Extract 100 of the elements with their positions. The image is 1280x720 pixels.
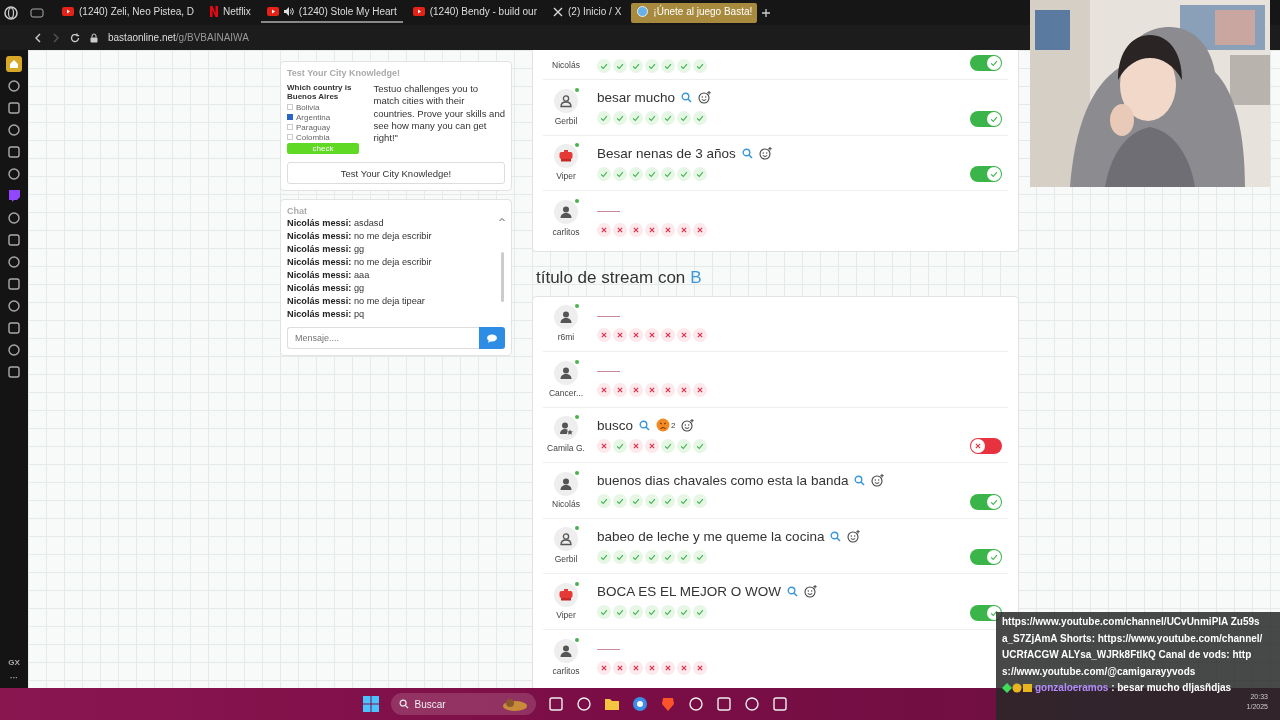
add-reaction-icon[interactable]: [698, 91, 712, 105]
player-avatar: [554, 305, 578, 330]
browser-logo-icon[interactable]: [4, 5, 18, 20]
answer-text: besar mucho: [597, 90, 676, 106]
folder-icon[interactable]: [603, 696, 620, 712]
player-name: carlitos: [552, 227, 580, 238]
empty-answer-dash: [597, 371, 620, 373]
answer-text: babeo de leche y me queme la cocina: [597, 528, 825, 544]
player-name: Viper: [556, 171, 576, 182]
workspace-icon[interactable]: [30, 7, 44, 18]
add-reaction-icon[interactable]: [758, 146, 772, 160]
home-icon[interactable]: [6, 56, 22, 72]
add-reaction-icon[interactable]: [681, 418, 695, 432]
search-icon[interactable]: [787, 586, 799, 598]
chat-title: Chat: [287, 206, 308, 216]
player-name: r6mi: [557, 332, 575, 343]
cross-icon: [973, 441, 983, 451]
chat-message: gonzaloeramos : besar mucho dljasñdjas: [1035, 681, 1232, 695]
player-name: Gerbil: [554, 554, 578, 565]
channel-info-text: https://www.youtube.com/channel/UCvUnmiPIA Zu59sa_S7ZjAmA Shorts: https://www.youtube.com/channel/UCRfACGW ALYsa_WJRk8FtlkQ Canal de vods: https://www.youtube.com/@camigarayyvods: [1002, 615, 1264, 679]
url-text[interactable]: bastaonline.net/g/BVBAINAIWA: [108, 32, 249, 43]
chat-message: Nicolás messi: aaa: [287, 269, 371, 282]
add-reaction-icon[interactable]: [804, 585, 818, 599]
player-avatar: [554, 638, 578, 663]
empty-answer-dash: [597, 649, 620, 651]
web-browser-icon[interactable]: [631, 696, 648, 712]
search-icon[interactable]: [639, 419, 651, 431]
search-icon[interactable]: [854, 475, 866, 487]
player-avatar: [554, 88, 578, 113]
promo-title: Test Your City Knowledge!: [287, 68, 401, 78]
player-avatar: [554, 360, 578, 385]
lion-browser-icon[interactable]: [659, 696, 676, 712]
player-name: Gerbil: [554, 115, 578, 126]
search-icon[interactable]: [830, 530, 842, 542]
scrollbar-thumb[interactable]: [500, 252, 504, 302]
browser-tab[interactable]: (2) Inicio / X: [547, 2, 628, 23]
player-name: Nicolás: [552, 59, 580, 70]
taskbar-search[interactable]: Buscar: [390, 693, 536, 715]
category-title: título de stream con: [536, 267, 686, 288]
quiz-checkbox[interactable]: [287, 114, 293, 120]
promo-button[interactable]: Test Your City Knowledge!: [287, 162, 505, 184]
validity-toggle[interactable]: [970, 110, 1002, 127]
speech-bubble-icon: [487, 333, 497, 343]
browser-tab[interactable]: (1240) Stole My Heart: [260, 2, 403, 23]
lock-icon: [90, 32, 98, 43]
browser-tab[interactable]: (1240) Zeli, Neo Pistea, D: [56, 2, 201, 23]
answer-text: BOCA ES EL MEJOR O WOW: [597, 584, 782, 600]
send-button[interactable]: [479, 327, 505, 349]
player-avatar: [554, 527, 578, 552]
answer-text: Besar nenas de 3 años: [597, 145, 736, 161]
more-menu[interactable]: ···: [10, 673, 18, 682]
speaker-icon[interactable]: [283, 7, 294, 16]
player-name: carlitos: [552, 665, 580, 676]
player-avatar: [554, 582, 578, 607]
validity-toggle[interactable]: [970, 438, 1002, 454]
back-icon[interactable]: [34, 32, 42, 43]
validity-toggle[interactable]: [970, 604, 1002, 621]
chat-message: Nicolás messi: no me deja tipear: [287, 295, 426, 308]
player-avatar: [554, 200, 578, 225]
letter-logo-icon: [210, 6, 219, 17]
check-icon: [989, 169, 999, 179]
video-play-icon: [266, 7, 279, 16]
player-name: Viper: [556, 609, 576, 620]
new-tab-icon[interactable]: [761, 7, 772, 18]
search-icon[interactable]: [681, 92, 693, 104]
validity-toggle[interactable]: [970, 55, 1002, 71]
answer-text: busco: [597, 417, 634, 433]
validity-toggle[interactable]: [970, 549, 1002, 565]
add-reaction-icon[interactable]: [871, 474, 885, 488]
globe-icon: [637, 6, 649, 17]
add-reaction-icon[interactable]: [847, 529, 861, 543]
chat-message: Nicolás messi: pq: [287, 308, 366, 321]
check-icon: [989, 58, 999, 68]
chat-message: Nicolás messi: gg: [287, 243, 366, 256]
browser-tab[interactable]: (1240) Bendy - build our: [406, 2, 543, 23]
video-play-icon: [62, 7, 74, 16]
start-icon[interactable]: [362, 696, 379, 712]
promo-text: Testuo challenges you to match cities with their countries. Prove your skills and see how many you can get right!": [373, 83, 505, 146]
empty-answer-dash: [597, 315, 620, 317]
reload-icon[interactable]: [70, 32, 80, 43]
player-name: Cancer...: [549, 387, 583, 398]
player-avatar: [554, 471, 578, 496]
validity-toggle[interactable]: [970, 166, 1002, 182]
quiz-question: Which country is Buenos Aires: [287, 83, 353, 101]
search-icon[interactable]: [741, 147, 753, 159]
chat-message: Nicolás messi: asdasd: [287, 217, 385, 230]
video-play-icon: [412, 7, 425, 16]
player-avatar: [554, 416, 578, 441]
validity-toggle[interactable]: [970, 493, 1002, 510]
quiz-option: Colombia: [296, 132, 330, 142]
search-icon: [398, 699, 409, 709]
browser-tab[interactable]: Netflix: [204, 2, 257, 23]
angry-face-icon: [656, 418, 671, 433]
twitch-icon[interactable]: [6, 188, 22, 204]
quiz-option: Paraguay: [296, 122, 331, 132]
chat-message: Nicolás messi: no me deja escribir: [287, 230, 433, 243]
quiz-option: Argentina: [296, 112, 331, 122]
empty-answer-dash: [597, 210, 620, 212]
message-field[interactable]: Mensaje....: [287, 327, 479, 349]
sidebar-label[interactable]: GX: [8, 658, 20, 667]
